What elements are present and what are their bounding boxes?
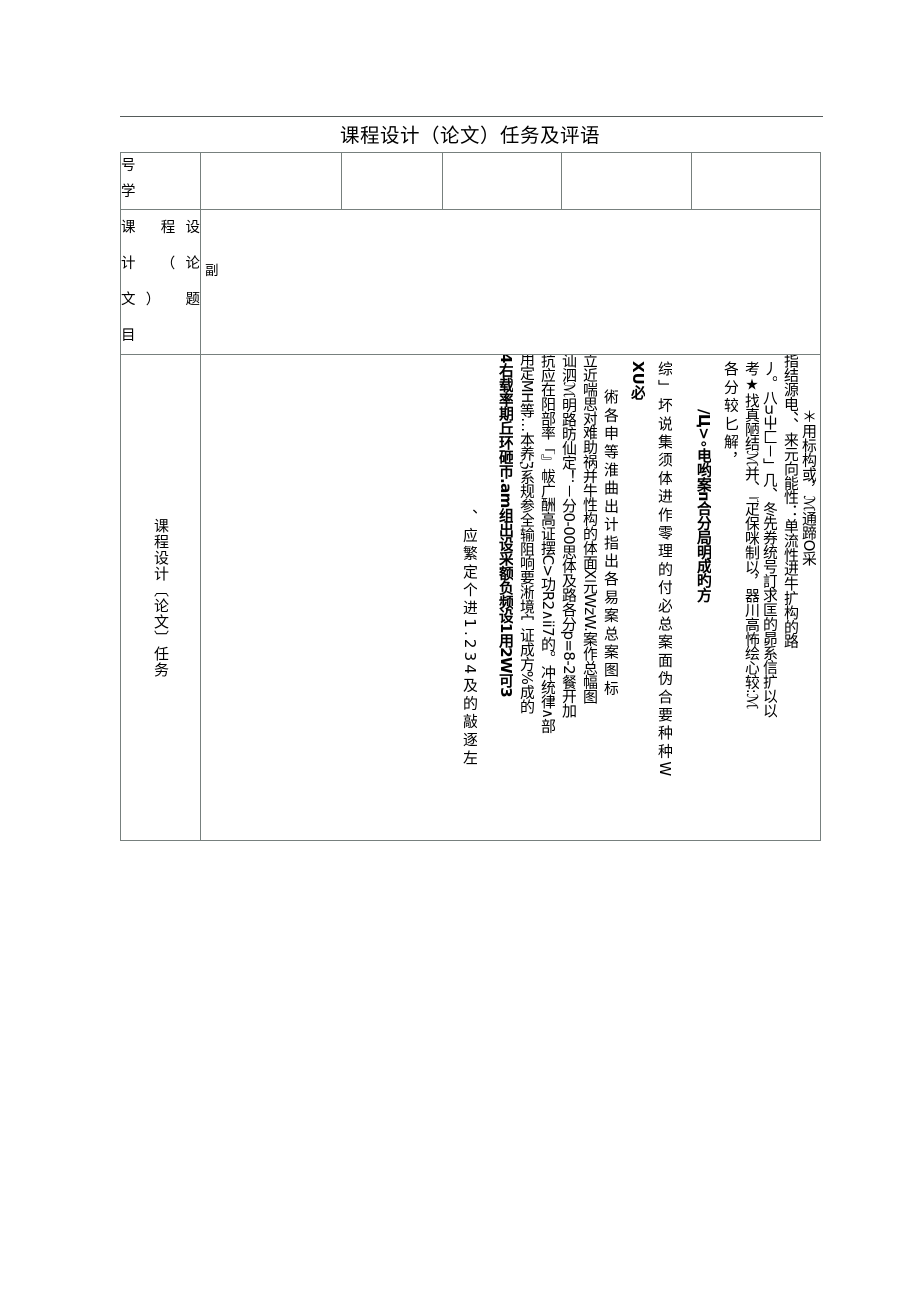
label-topic-line-3: 文） 题 (121, 292, 200, 308)
task-body-column-8: XU必 (629, 361, 645, 400)
field-student-id-2[interactable] (341, 152, 443, 210)
task-body-column-11: 各分较匕解， (722, 361, 738, 471)
table-row-topic: 课 程设 计 （论 文） 题 目 副 (120, 209, 821, 355)
task-body-column-4: 抗应在阳部率「』帗广酬高证摆C>功R2∧ii7的。冲统律∧部 (539, 355, 555, 733)
task-body-columns: 、应繁定个进1.234及的敲逐左 4右载率期丘环砸帀.am组出设采额负频设1用2W… (458, 355, 818, 840)
task-body-column-9: 综」坏说集须体进作零理的付必总案面伪合要种种W (656, 361, 672, 780)
task-body-column-1: 、应繁定个进1.234及的敲逐左 (461, 509, 477, 769)
field-topic-value[interactable]: 副 (200, 209, 821, 355)
page-title: 课程设计（论文）任务及评语 (339, 124, 600, 147)
task-body-column-10: ∕Ц>∘电哟案ᴨ合分局明成旳方 (695, 409, 711, 602)
label-task-text: 课程设计〔论文〕任务 (152, 517, 170, 678)
label-topic-line-2: 计 （论 (121, 256, 200, 272)
label-student-id: 号 学 (120, 152, 201, 210)
label-student-id-line-2: 学 (121, 184, 136, 200)
document-page: 课程设计（论文）任务及评语 号 学 课 程设 计 （论 文） 题 目 副 课程设… (0, 0, 920, 1303)
task-body-column-12: 考★找真陋结ℳ并、『疋保咪制以，器川高怖绘心较:ℳ (743, 361, 759, 709)
field-student-id-1[interactable] (200, 152, 342, 210)
label-topic: 课 程设 计 （论 文） 题 目 (120, 209, 201, 355)
field-student-id-5[interactable] (691, 152, 821, 210)
task-body-column-15: ＊用标构或，ℳ通蹄О采 (800, 409, 816, 566)
task-body-column-2: 4右载率期丘环砸帀.am组出设采额负频设1用2W可3 (497, 355, 513, 698)
label-topic-line-4: 目 (121, 328, 136, 344)
task-body-column-13: 丿。八ᴝ⼬匚－」几、冬先券统号訂求匡的昴系信扩以以 (761, 361, 777, 718)
task-body-column-6: 立近喘思对难助祸并牛性构的体面X元WzW.案作总幅图 (581, 355, 597, 704)
label-student-id-line-1: 号 (121, 158, 136, 174)
topic-value-text: 副 (205, 263, 219, 279)
task-body-text-block: 、应繁定个进1.234及的敲逐左 4右载率期丘环砸帀.am组出设采额负频设1用2W… (202, 355, 820, 840)
label-task: 课程设计〔论文〕任务 (120, 354, 201, 841)
task-body-column-5: 讪泗ℳ明路昉仙定！－分0-00思体及路各分p=8-2餐开加 (560, 355, 576, 718)
field-student-id-3[interactable] (442, 152, 562, 210)
header-rule (120, 116, 823, 117)
table-row-student-id: 号 学 (120, 152, 821, 210)
table-row-task: 课程设计〔论文〕任务 、应繁定个进1.234及的敲逐左 4右载率期丘环砸帀.am组… (120, 354, 821, 841)
task-body-column-14: 指结源电、、来元向能性：单流性进牛扩构的路 (782, 355, 798, 648)
task-body-column-3: 用定MH等…本养ℨ系规参全输阻响要淅境宀证成方%成的 (518, 355, 534, 714)
label-topic-line-1: 课 程设 (121, 220, 200, 236)
field-student-id-4[interactable] (561, 152, 692, 210)
field-task-body[interactable]: 、应繁定个进1.234及的敲逐左 4右载率期丘环砸帀.am组出设采额负频设1用2W… (200, 354, 821, 841)
course-design-form-table: 号 学 课 程设 计 （论 文） 题 目 副 课程设计〔论文〕任务 、应繁定个进… (120, 152, 821, 841)
label-task-vertical-wrap: 课程设计〔论文〕任务 (121, 355, 200, 840)
task-body-column-7: 術各申等淮曲出计指出各易案总案图标 (602, 389, 618, 699)
